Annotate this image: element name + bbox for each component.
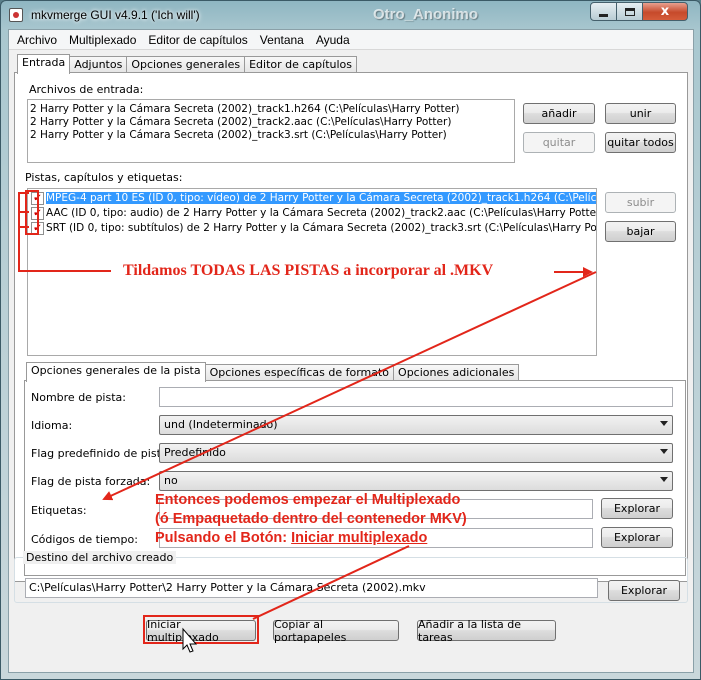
tab-entrada[interactable]: Entrada xyxy=(17,54,71,74)
mouse-cursor xyxy=(182,627,198,653)
tab-track-general[interactable]: Opciones generales de la pista xyxy=(26,362,206,382)
cursor-icon xyxy=(182,627,198,653)
app-window: mkvmerge GUI v4.9.1 ('Ich will') Otro_An… xyxy=(0,0,701,680)
